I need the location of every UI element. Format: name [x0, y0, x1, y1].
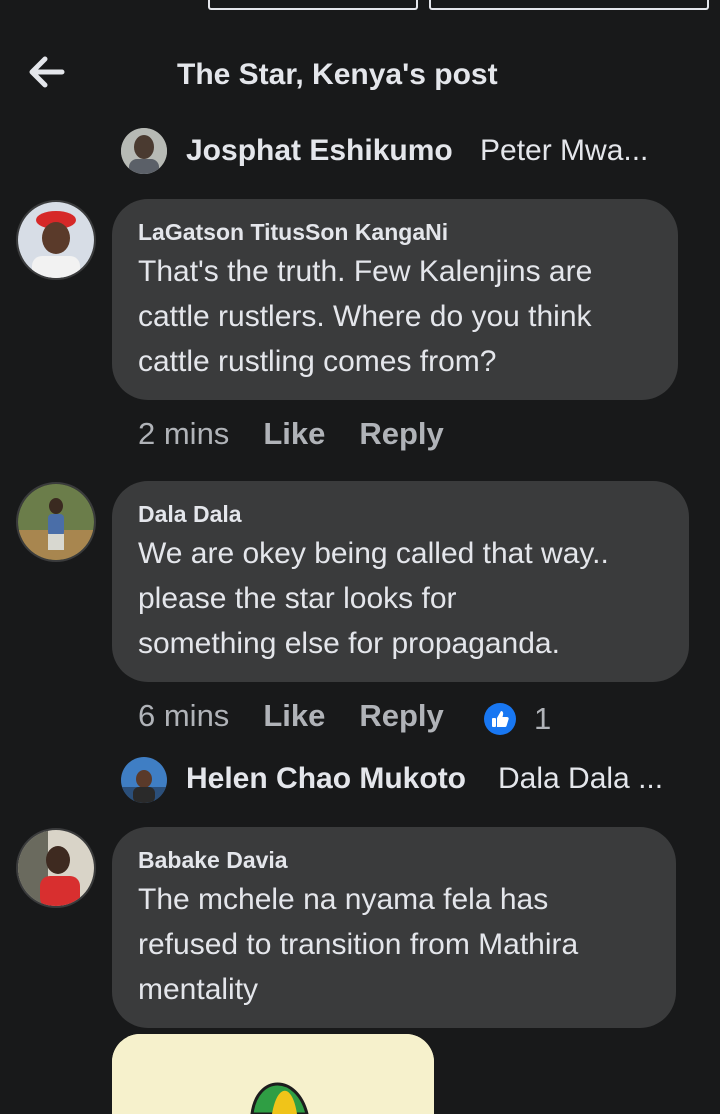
- comment-author[interactable]: LaGatson TitusSon KangaNi: [138, 219, 448, 246]
- thumbs-up-icon: [484, 703, 516, 735]
- reply-preview-text: Peter Mwa...: [480, 134, 649, 167]
- page-title: The Star, Kenya's post: [177, 58, 498, 91]
- top-button-right[interactable]: [429, 0, 709, 10]
- avatar[interactable]: [16, 200, 96, 280]
- comment-bubble[interactable]: Babake Davia The mchele na nyama fela ha…: [112, 827, 676, 1028]
- arrow-left-icon: [29, 56, 65, 88]
- reply-author-name[interactable]: Josphat Eshikumo: [186, 134, 453, 168]
- top-button-left[interactable]: [208, 0, 418, 10]
- reply-preview-text: Dala Dala ...: [498, 762, 664, 795]
- comment-timestamp[interactable]: 2 mins: [138, 416, 229, 451]
- comment-author[interactable]: Babake Davia: [138, 847, 288, 874]
- like-button[interactable]: Like: [263, 698, 325, 733]
- top-toolbar-strip: [0, 0, 720, 28]
- comment-author[interactable]: Dala Dala: [138, 501, 242, 528]
- avatar[interactable]: [16, 828, 96, 908]
- comment-text: We are okey being called that way.. plea…: [138, 537, 609, 660]
- comment-bubble[interactable]: LaGatson TitusSon KangaNi That's the tru…: [112, 199, 678, 400]
- reply-button[interactable]: Reply: [359, 416, 443, 451]
- reply-author-name[interactable]: Helen Chao Mukoto: [186, 762, 466, 796]
- comment-actions: 6 mins Like Reply: [138, 698, 444, 734]
- comment-image[interactable]: [112, 1034, 434, 1114]
- comment-timestamp[interactable]: 6 mins: [138, 698, 229, 733]
- sticker-image: [112, 1034, 434, 1114]
- back-button[interactable]: [28, 50, 68, 94]
- reaction-count: 1: [534, 701, 552, 736]
- avatar[interactable]: [121, 128, 167, 174]
- avatar[interactable]: [16, 482, 96, 562]
- comment-text: The mchele na nyama fela has refused to …: [138, 883, 579, 1006]
- like-button[interactable]: Like: [263, 416, 325, 451]
- reaction-summary[interactable]: 1: [484, 701, 551, 737]
- comment-text: That's the truth. Few Kalenjins are catt…: [138, 255, 593, 378]
- reply-button[interactable]: Reply: [359, 698, 443, 733]
- comment-bubble[interactable]: Dala Dala We are okey being called that …: [112, 481, 689, 682]
- comment-actions: 2 mins Like Reply: [138, 416, 444, 452]
- avatar[interactable]: [121, 757, 167, 803]
